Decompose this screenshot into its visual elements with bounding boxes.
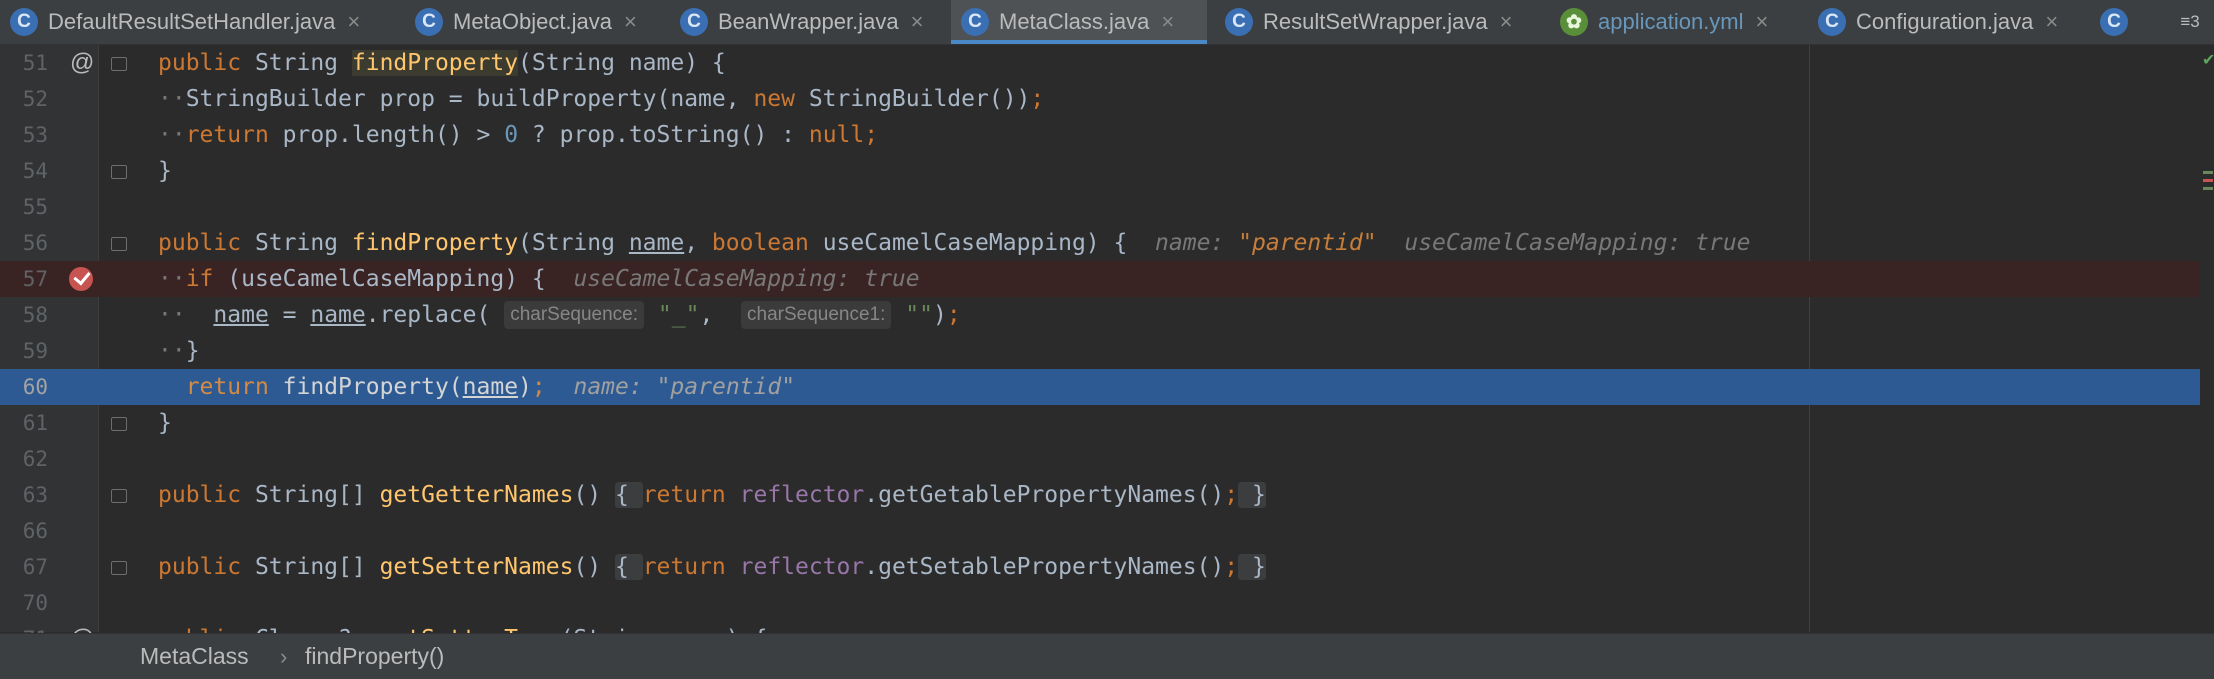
tab-metaclass[interactable]: C MetaClass.java × (951, 0, 1207, 44)
fold-icon[interactable] (111, 489, 127, 503)
inline-debug-value: useCamelCaseMapping: true (1404, 230, 1751, 256)
tab-label: ResultSetWrapper.java (1263, 9, 1488, 34)
inline-debug-value: name: (573, 374, 643, 400)
class-icon: C (680, 8, 708, 36)
tab-label: BeanWrapper.java (718, 9, 899, 34)
line-number: 52 (22, 87, 48, 111)
tab-label: MetaClass.java (999, 9, 1150, 34)
line-number: 51 (22, 51, 48, 75)
parameter-hint: charSequence1: (741, 301, 892, 329)
tab-label: DefaultResultSetHandler.java (48, 9, 336, 34)
code-line[interactable]: 52 ··StringBuilder prop = buildProperty(… (0, 81, 2214, 117)
code-line[interactable]: 70 (0, 585, 2214, 621)
close-icon[interactable]: × (911, 9, 924, 35)
fold-icon[interactable] (111, 417, 127, 431)
code-line[interactable]: 54 } (0, 153, 2214, 189)
overrides-annotation-icon[interactable]: @ (70, 45, 94, 81)
line-number: 59 (22, 339, 48, 363)
code-line[interactable]: 55 (0, 189, 2214, 225)
tab-application-yml[interactable]: ✿ application.yml × (1550, 0, 1820, 44)
line-number: 63 (22, 483, 48, 507)
code-line[interactable]: 59 ··} (0, 333, 2214, 369)
line-number: 53 (22, 123, 48, 147)
line-number: 57 (22, 267, 48, 291)
code-line[interactable]: 56 public String findProperty(String nam… (0, 225, 2214, 261)
tab-configuration[interactable]: C Configuration.java × (1808, 0, 2088, 44)
close-icon[interactable]: × (347, 9, 360, 35)
class-icon: C (415, 8, 443, 36)
breakpoint-line[interactable]: 57 ··if (useCamelCaseMapping) { useCamel… (0, 261, 2214, 297)
breadcrumb-method[interactable]: findProperty() (305, 634, 444, 679)
class-icon: C (961, 8, 989, 36)
line-number: 62 (22, 447, 48, 471)
line-number: 54 (22, 159, 48, 183)
parameter-hint: charSequence: (504, 301, 645, 329)
inline-debug-value: "parentid" (1238, 230, 1377, 256)
line-number: 71 (0, 621, 48, 633)
code-line[interactable]: 63 public String[] getGetterNames() { re… (0, 477, 2214, 513)
tab-overflow-button[interactable]: ≡3 (2166, 0, 2214, 44)
inline-debug-value: "parentid" (656, 374, 796, 400)
breadcrumb-bar: MetaClass › findProperty() (0, 633, 2214, 679)
class-icon: C (1818, 8, 1846, 36)
fold-icon[interactable] (111, 57, 127, 71)
execution-point-line[interactable]: 60 return findProperty(name); name: "par… (0, 369, 2214, 405)
code-line[interactable]: 61 } (0, 405, 2214, 441)
editor-tab-bar: C DefaultResultSetHandler.java × C MetaO… (0, 0, 2214, 45)
line-number: 56 (22, 231, 48, 255)
class-icon: C (10, 8, 38, 36)
line-number: 61 (22, 411, 48, 435)
close-icon[interactable]: × (624, 9, 637, 35)
tab-partial[interactable]: C (2090, 0, 2150, 44)
code-line[interactable]: 58 ·· name = name.replace( charSequence:… (0, 297, 2214, 333)
tab-label: application.yml (1598, 9, 1744, 34)
close-icon[interactable]: × (1161, 9, 1174, 35)
fold-icon[interactable] (111, 237, 127, 251)
code-line[interactable]: 71 @ public Class<?> getSetterType(Strin… (0, 621, 2214, 633)
line-number: 58 (22, 303, 48, 327)
tab-metaobject[interactable]: C MetaObject.java × (405, 0, 655, 44)
inspection-ok-icon[interactable]: ✔ (2202, 50, 2214, 70)
change-marker[interactable] (2203, 171, 2213, 174)
close-icon[interactable]: × (2045, 9, 2058, 35)
breadcrumb-class[interactable]: MetaClass (140, 634, 249, 679)
error-marker[interactable] (2203, 179, 2213, 182)
close-icon[interactable]: × (1500, 9, 1513, 35)
tab-beanwrapper[interactable]: C BeanWrapper.java × (670, 0, 945, 44)
inline-debug-value: name: (1155, 230, 1225, 256)
line-number: 55 (22, 195, 48, 219)
editor-scrollbar[interactable]: ✔ (2200, 45, 2214, 632)
chevron-right-icon: › (280, 644, 288, 669)
line-number: 67 (22, 555, 48, 579)
inline-debug-value: useCamelCaseMapping: true (573, 266, 920, 292)
tab-label: MetaObject.java (453, 9, 612, 34)
fold-icon[interactable] (111, 561, 127, 575)
code-line[interactable]: 67 public String[] getSetterNames() { re… (0, 549, 2214, 585)
tab-overflow-icon: ≡3 (2180, 12, 2200, 31)
spring-config-icon: ✿ (1560, 8, 1588, 36)
tab-defaultresultsethandler[interactable]: C DefaultResultSetHandler.java × (0, 0, 400, 44)
tab-label: Configuration.java (1856, 9, 2034, 34)
code-line[interactable]: 62 (0, 441, 2214, 477)
class-icon: C (2100, 8, 2128, 36)
tab-resultsetwrapper[interactable]: C ResultSetWrapper.java × (1215, 0, 1540, 44)
class-icon: C (1225, 8, 1253, 36)
close-icon[interactable]: × (1756, 9, 1769, 35)
breakpoint-icon[interactable] (69, 267, 93, 291)
code-line[interactable]: 51 @ public String findProperty(String n… (0, 45, 2214, 81)
code-line[interactable]: 66 (0, 513, 2214, 549)
code-line[interactable]: 53 ··return prop.length() > 0 ? prop.toS… (0, 117, 2214, 153)
change-marker[interactable] (2203, 187, 2213, 190)
overrides-annotation-icon[interactable]: @ (70, 621, 94, 633)
line-number: 70 (22, 591, 48, 615)
line-number: 60 (22, 375, 48, 399)
line-number: 66 (22, 519, 48, 543)
fold-icon[interactable] (111, 165, 127, 179)
